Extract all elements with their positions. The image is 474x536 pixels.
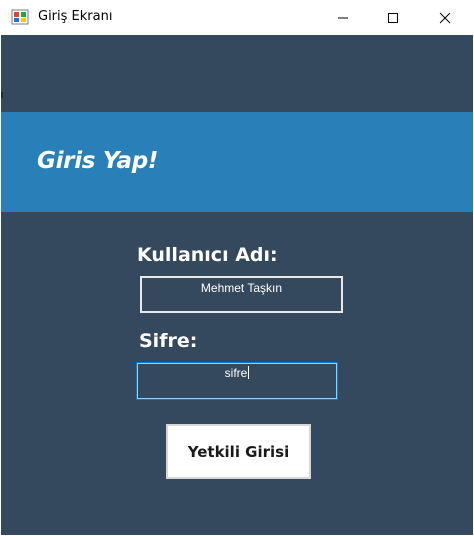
password-label: Sifre: [139, 330, 198, 352]
minimize-icon [338, 17, 348, 18]
close-button[interactable] [420, 0, 470, 35]
app-icon [11, 9, 29, 25]
password-value: sifre [224, 366, 248, 380]
page-title: Giris Yap! [37, 148, 159, 174]
close-icon [439, 12, 451, 23]
title-bar[interactable]: Giriş Ekranı [0, 0, 474, 35]
login-button-label: Yetkili Girisi [187, 442, 290, 461]
username-input[interactable]: Mehmet Taşkın [140, 276, 343, 313]
maximize-icon [388, 12, 398, 23]
login-window: Giriş Ekranı Giris Yap! Kullanıcı Adı: M… [0, 0, 474, 536]
form-client-area: Giris Yap! Kullanıcı Adı: Mehmet Taşkın … [1, 35, 473, 535]
minimize-button[interactable] [318, 0, 368, 35]
text-caret [248, 366, 250, 379]
window-title: Giriş Ekranı [38, 9, 113, 24]
authorized-login-button[interactable]: Yetkili Girisi [166, 424, 311, 479]
password-input[interactable]: sifre [136, 362, 338, 400]
username-value: Mehmet Taşkın [200, 281, 283, 295]
maximize-button[interactable] [368, 0, 418, 35]
username-label: Kullanıcı Adı: [137, 244, 278, 266]
edge-artifact [1, 92, 3, 98]
header-banner: Giris Yap! [1, 112, 473, 212]
